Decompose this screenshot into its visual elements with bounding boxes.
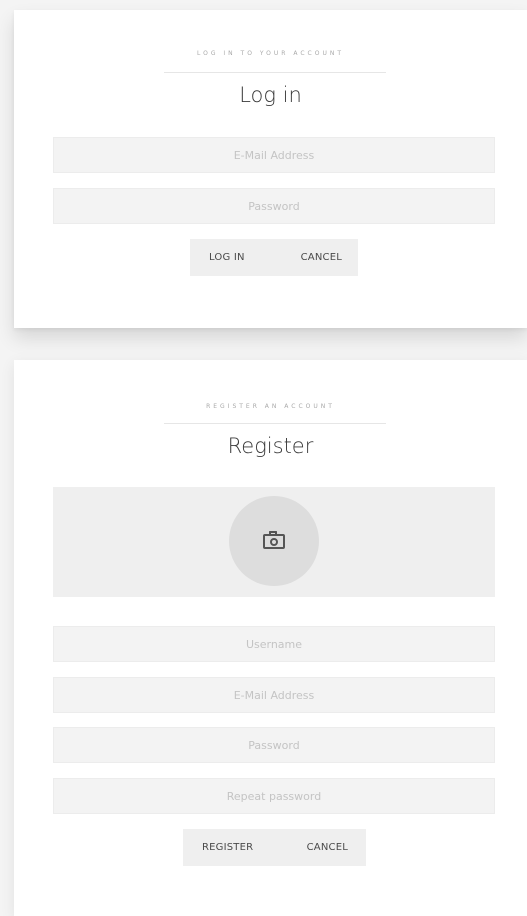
login-cancel-button[interactable]: CANCEL [301,252,342,263]
login-kicker: LOG IN TO YOUR ACCOUNT [196,50,345,57]
register-divider [164,423,386,424]
login-password-field[interactable]: Password [53,188,495,224]
avatar-upload-button[interactable] [229,496,319,586]
login-email-field[interactable]: E-Mail Address [53,137,495,173]
register-title: Register [227,434,314,458]
register-repeat-password-field[interactable]: Repeat password [53,778,495,814]
register-email-field[interactable]: E-Mail Address [53,677,495,713]
login-button-group: LOG IN CANCEL [190,239,358,276]
register-cancel-button[interactable]: CANCEL [307,842,348,853]
login-title: Log in [239,83,302,107]
login-card: LOG IN TO YOUR ACCOUNT Log in E-Mail Add… [14,10,527,328]
camera-icon [263,530,285,549]
register-kicker: REGISTER AN ACCOUNT [206,403,335,410]
register-password-field[interactable]: Password [53,727,495,763]
login-divider [164,72,386,73]
register-button-group: REGISTER CANCEL [183,829,366,866]
register-username-field[interactable]: Username [53,626,495,662]
login-button[interactable]: LOG IN [209,252,245,263]
avatar-upload-panel [53,487,495,597]
register-card: REGISTER AN ACCOUNT Register Username E-… [14,360,527,916]
register-button[interactable]: REGISTER [202,842,253,853]
